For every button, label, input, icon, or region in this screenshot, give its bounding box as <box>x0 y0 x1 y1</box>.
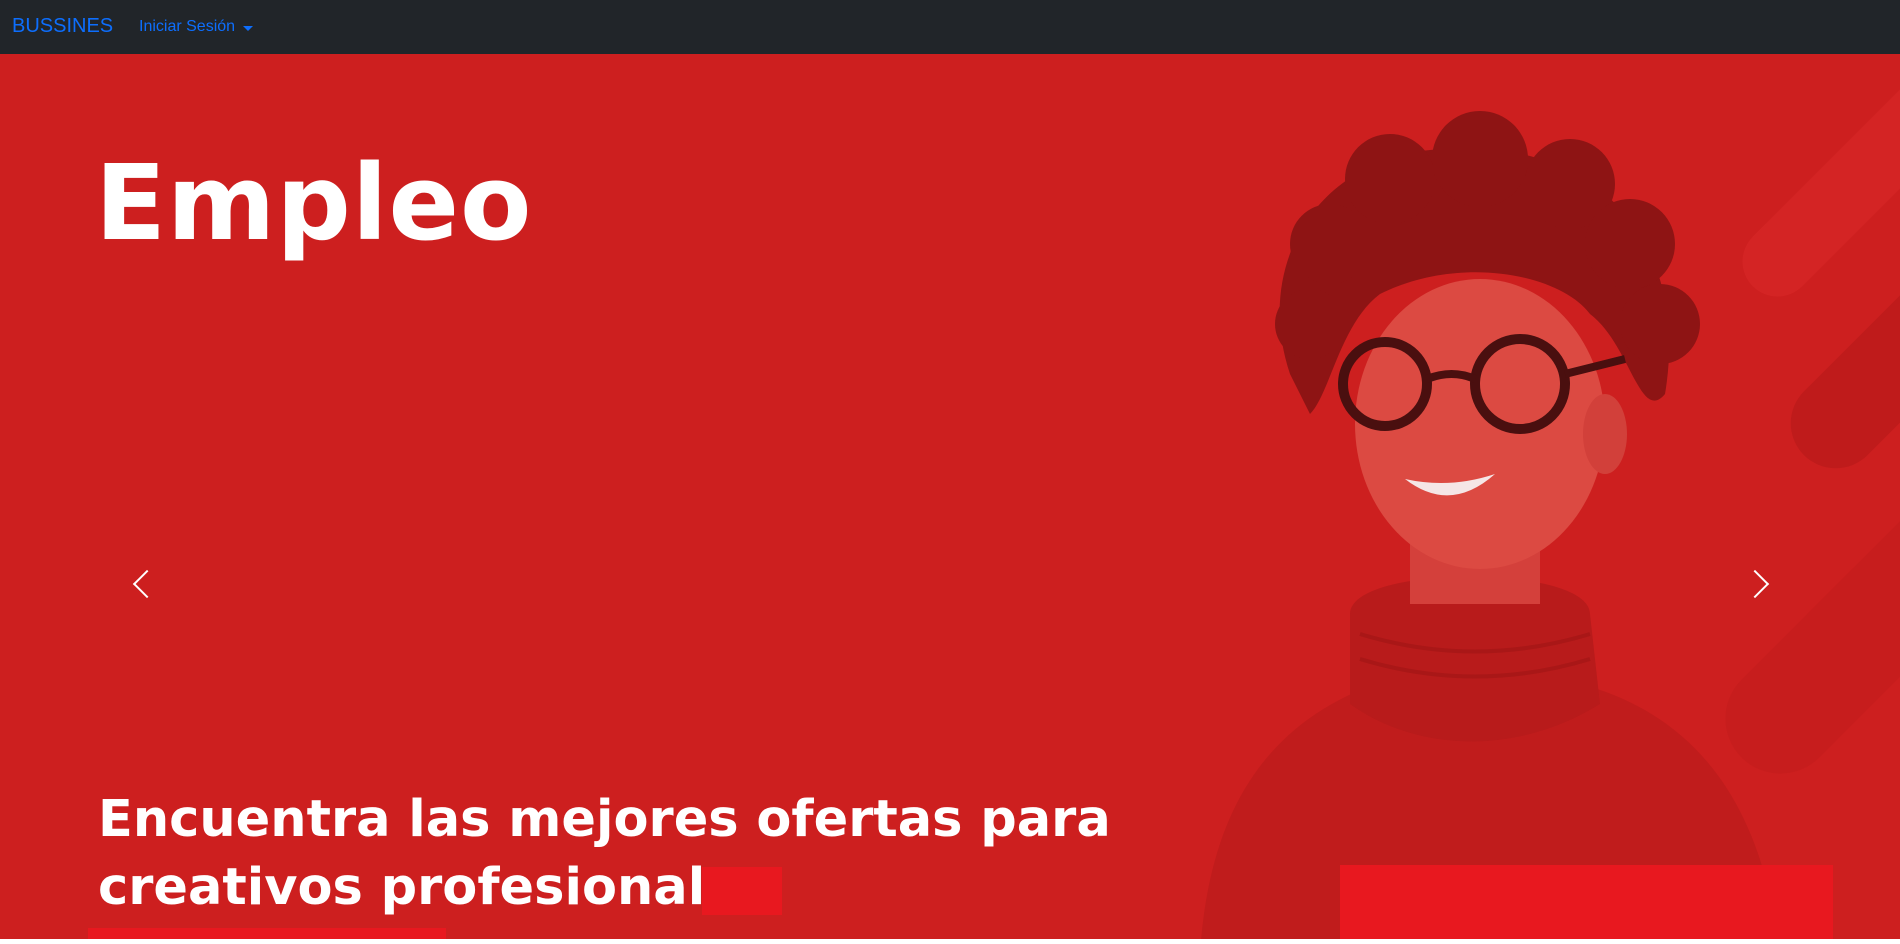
chevron-left-icon <box>132 569 162 599</box>
login-dropdown-label: Iniciar Sesión <box>139 18 236 35</box>
accent-block <box>702 867 782 915</box>
hero-subtitle: Encuentra las mejores ofertas para creat… <box>98 790 1111 917</box>
hero-title: Empleo <box>95 142 533 264</box>
login-dropdown[interactable]: Iniciar Sesión <box>139 18 254 36</box>
caret-down-icon <box>243 25 254 31</box>
brand-link[interactable]: BUSSINES <box>12 15 113 38</box>
hero-carousel: Empleo Encuentra las mejores ofertas par… <box>0 54 1900 939</box>
accent-block <box>1340 865 1833 939</box>
accent-block <box>88 928 446 939</box>
hero-person-image <box>1201 111 1778 939</box>
carousel-next-button[interactable] <box>1739 554 1779 614</box>
carousel-prev-button[interactable] <box>123 554 163 614</box>
top-navbar: BUSSINES Iniciar Sesión <box>0 0 1900 54</box>
chevron-right-icon <box>1740 569 1770 599</box>
